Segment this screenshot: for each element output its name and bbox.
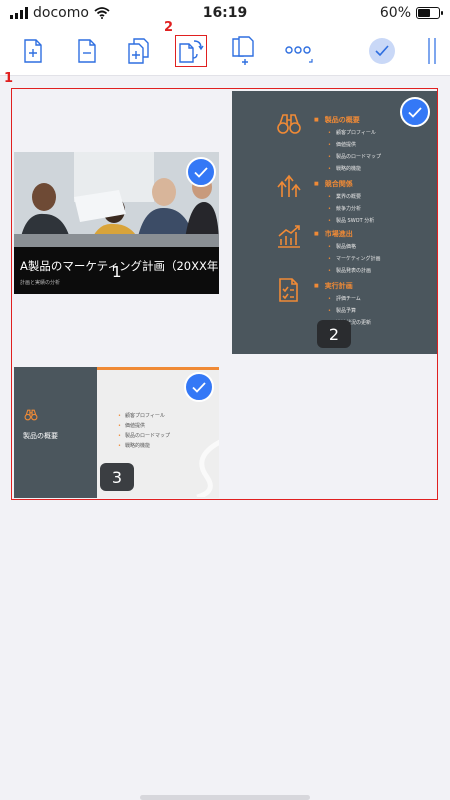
battery-icon	[416, 7, 443, 19]
list-item: 価値提供	[118, 422, 145, 429]
selected-check-icon[interactable]	[184, 372, 214, 402]
home-indicator	[140, 795, 310, 800]
slide-3-title: 製品の概要	[23, 432, 58, 440]
list-item: 評価チーム	[328, 295, 361, 302]
list-item: 戦略的機能	[118, 442, 150, 449]
status-bar: docomo 16:19 60%	[0, 0, 450, 26]
slide-1-number: 1	[112, 263, 122, 281]
replace-page-icon[interactable]	[175, 35, 207, 67]
selected-check-icon[interactable]	[186, 157, 216, 187]
select-all-button[interactable]	[369, 38, 395, 64]
callout-2: 2	[164, 20, 174, 35]
slide-thumbnail-1[interactable]: A製品のマーケティング計画（20XX年） 計画と実績の分析 1	[14, 152, 219, 294]
insert-page-icon[interactable]	[122, 35, 156, 67]
list-item: 顧客プロフィール	[118, 412, 165, 419]
slide-thumbnail-2[interactable]: 製品の概要 顧客プロフィール 価値提供 製品のロードマップ 戦略的機能 競合関係…	[232, 91, 437, 354]
slide-2-section-1: 製品の概要	[314, 115, 360, 125]
page-thumbnail-grid: A製品のマーケティング計画（20XX年） 計画と実績の分析 1 製品の概要 顧客…	[11, 88, 438, 500]
battery-percent: 60%	[379, 5, 411, 21]
slide-1-subtitle: 計画と実績の分析	[20, 280, 61, 286]
slide-thumbnail-3[interactable]: 製品の概要 顧客プロフィール 価値提供 製品のロードマップ 戦略的機能 3	[14, 367, 219, 498]
slide-2-number: 2	[317, 320, 351, 348]
add-page-icon[interactable]	[16, 35, 50, 67]
decorative-swirl	[196, 439, 219, 497]
list-item: マーケティング計画	[328, 255, 381, 262]
selected-check-icon[interactable]	[400, 97, 430, 127]
list-item: 戦略的機能	[328, 165, 361, 172]
remove-page-icon[interactable]	[70, 35, 104, 67]
list-item: 製品予算	[328, 307, 356, 314]
slide-3-accent-bar	[97, 367, 219, 370]
checkmark-icon	[375, 45, 389, 57]
battery-group: 60%	[379, 5, 443, 21]
slide-2-section-3: 市場進出	[314, 229, 353, 239]
list-item: 製品 SWOT 分析	[328, 217, 374, 224]
sidebar-toggle-icon[interactable]	[428, 38, 436, 64]
slide-2-section-2: 競合関係	[314, 179, 353, 189]
slide-3-sidebar: 製品の概要	[14, 367, 97, 498]
growth-chart-icon	[276, 223, 302, 249]
list-item: 業界の概要	[328, 193, 361, 200]
list-item: 競争力分析	[328, 205, 361, 212]
list-item: 製品のロードマップ	[328, 153, 381, 160]
binoculars-icon	[24, 407, 38, 426]
callout-1: 1	[4, 71, 14, 86]
document-checklist-icon	[276, 277, 302, 303]
list-item: 製品のロードマップ	[118, 432, 170, 439]
more-options-icon[interactable]	[280, 35, 316, 67]
binoculars-icon	[276, 111, 302, 137]
duplicate-page-icon[interactable]	[228, 35, 262, 67]
slide-3-number: 3	[100, 463, 134, 491]
list-item: 製品発表の計画	[328, 267, 371, 274]
slide-1-caption: A製品のマーケティング計画（20XX年） 計画と実績の分析 1	[14, 247, 219, 294]
list-item: 製品価格	[328, 243, 356, 250]
arrows-up-icon	[276, 173, 302, 199]
list-item: 顧客プロフィール	[328, 129, 376, 136]
page-toolbar: 2	[0, 20, 450, 76]
slide-2-section-4: 実行計画	[314, 281, 353, 291]
list-item: 価値提供	[328, 141, 356, 148]
